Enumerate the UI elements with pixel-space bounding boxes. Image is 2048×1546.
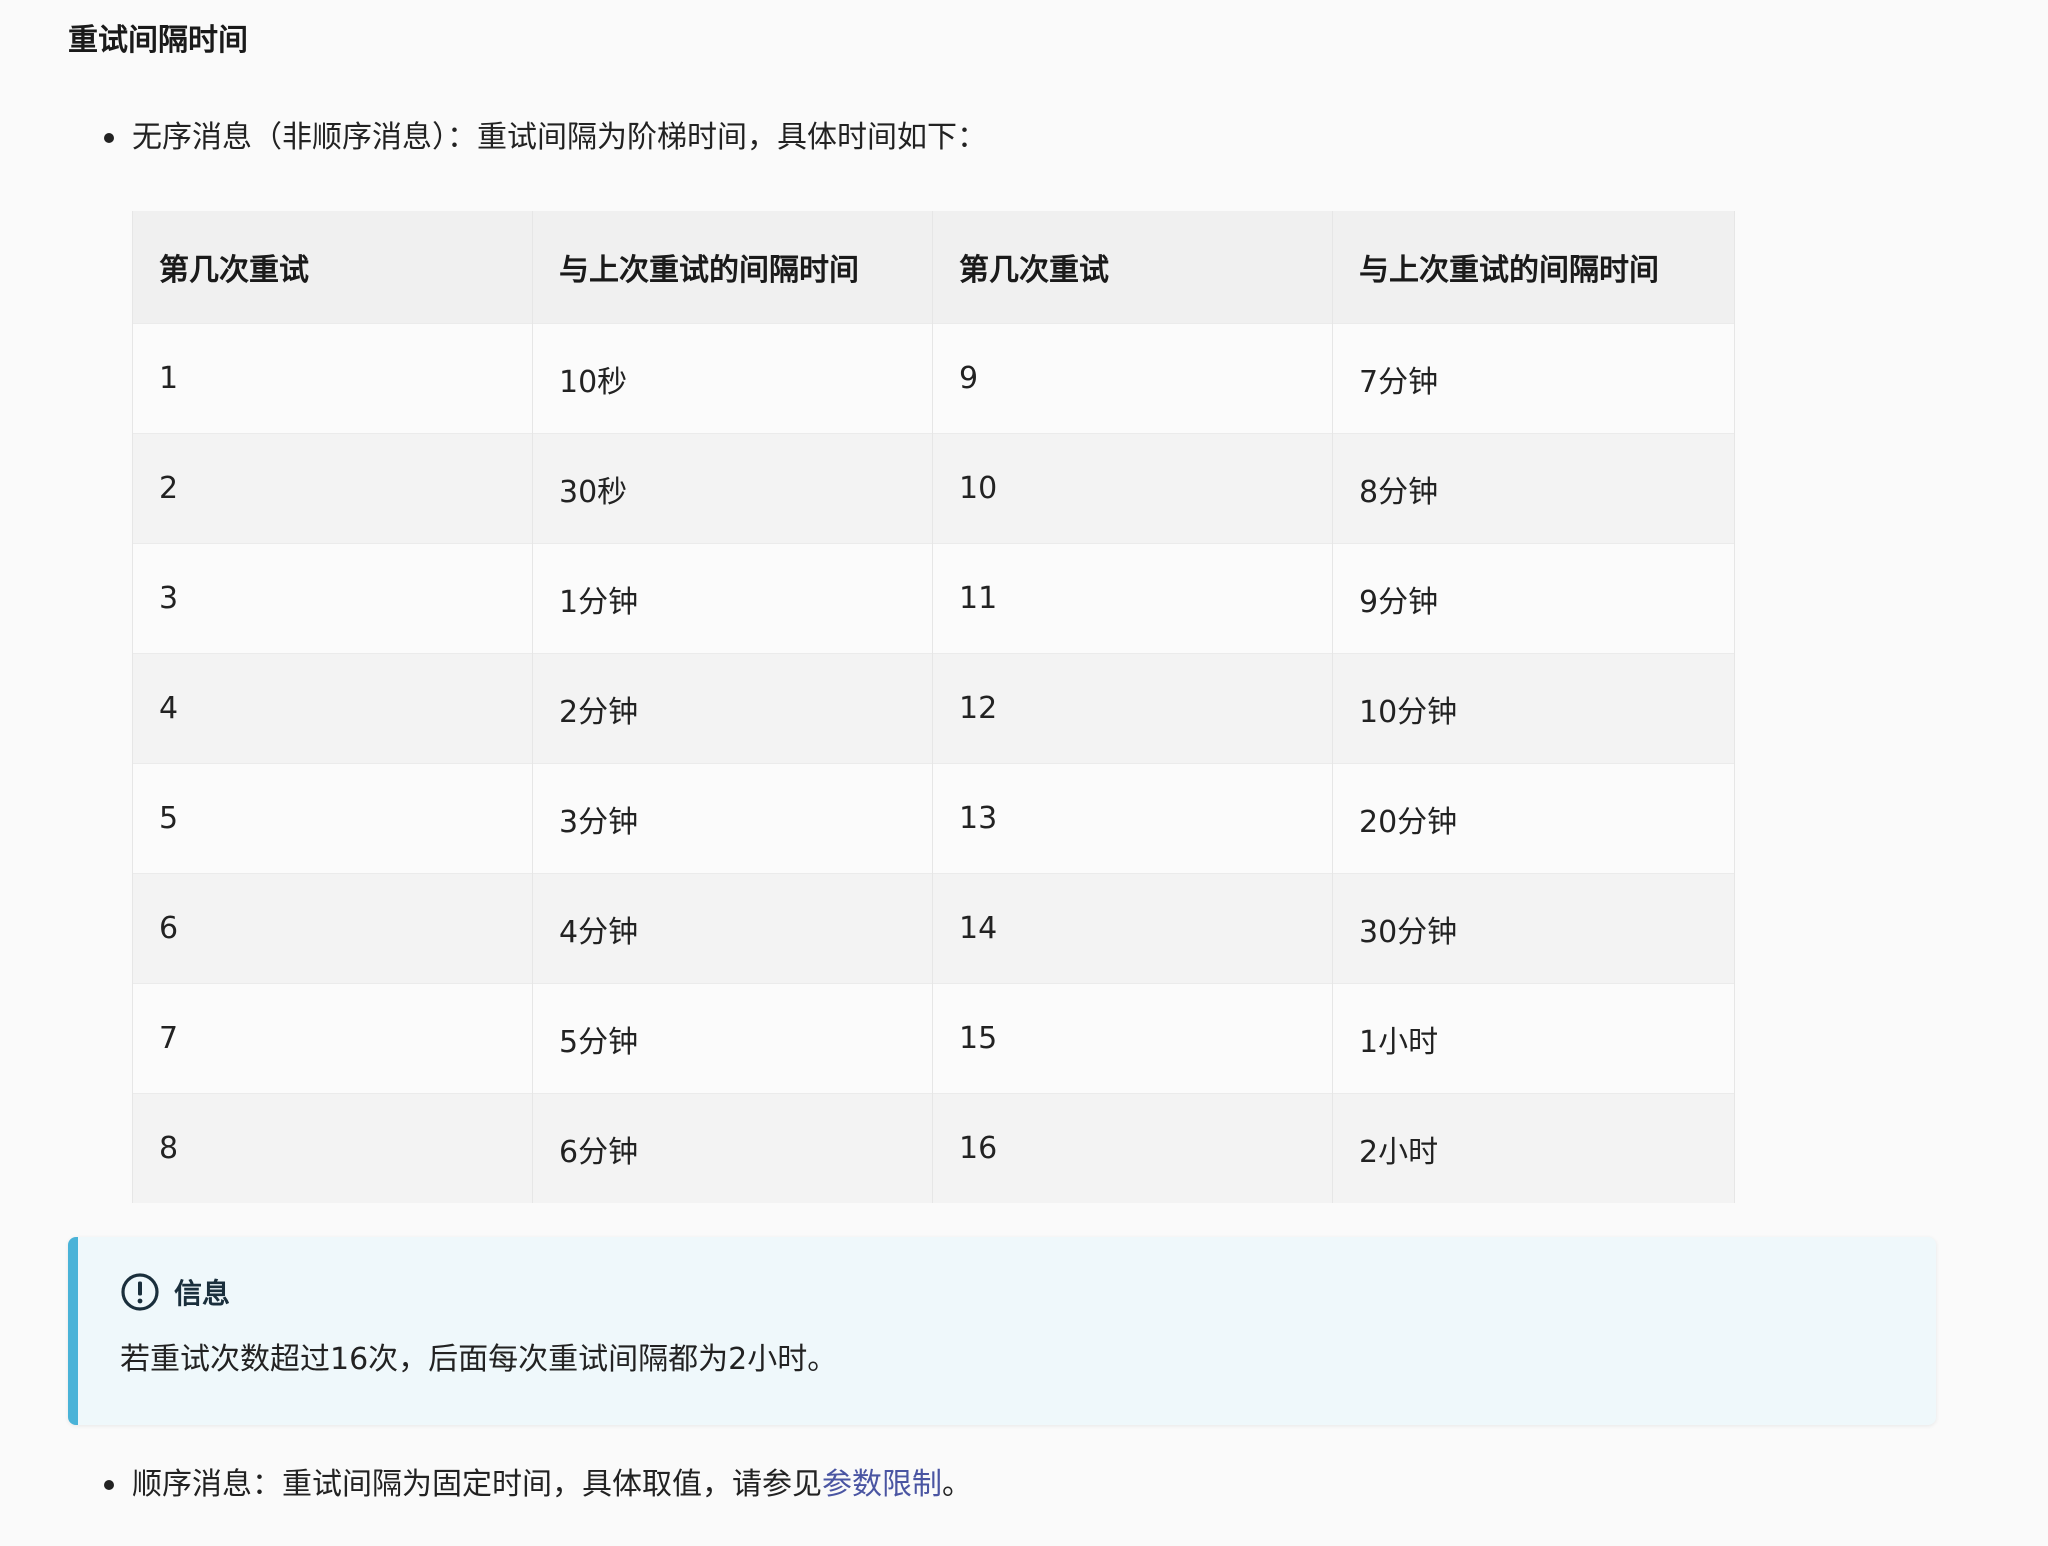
table-row: 2 30秒 10 8分钟 xyxy=(132,433,1735,544)
cell-retry-count: 11 xyxy=(932,543,1333,654)
bullet-dot xyxy=(104,1480,114,1490)
info-header: 信息 xyxy=(120,1272,230,1312)
info-exclamation-icon xyxy=(121,1273,159,1311)
cell-interval: 20分钟 xyxy=(1332,763,1735,874)
bullet-ordered-message: 顺序消息：重试间隔为固定时间，具体取值，请参见参数限制。 xyxy=(104,1464,972,1506)
cell-retry-count: 16 xyxy=(932,1093,1333,1203)
table-row: 1 10秒 9 7分钟 xyxy=(132,323,1735,434)
header-interval-1: 与上次重试的间隔时间 xyxy=(532,211,933,324)
table-row: 3 1分钟 11 9分钟 xyxy=(132,543,1735,654)
bullet-ordered-prefix: 顺序消息：重试间隔为固定时间，具体取值，请参见 xyxy=(132,1467,822,1502)
cell-interval: 1分钟 xyxy=(532,543,933,654)
cell-interval: 6分钟 xyxy=(532,1093,933,1203)
table-body: 1 10秒 9 7分钟 2 30秒 10 8分钟 3 1分钟 11 9分钟 4 2分钟 12 10分钟 5 3分钟… xyxy=(132,323,1735,1203)
table-row: 8 6分钟 16 2小时 xyxy=(132,1093,1735,1203)
cell-retry-count: 1 xyxy=(132,323,533,434)
param-limit-link[interactable]: 参数限制 xyxy=(822,1467,942,1502)
cell-retry-count: 6 xyxy=(132,873,533,984)
cell-interval: 3分钟 xyxy=(532,763,933,874)
table-row: 4 2分钟 12 10分钟 xyxy=(132,653,1735,764)
cell-interval: 2小时 xyxy=(1332,1093,1735,1203)
doc-page: 重试间隔时间 无序消息（非顺序消息）：重试间隔为阶梯时间，具体时间如下： 第几次… xyxy=(0,0,2048,1546)
cell-retry-count: 14 xyxy=(932,873,1333,984)
cell-retry-count: 3 xyxy=(132,543,533,654)
cell-interval: 2分钟 xyxy=(532,653,933,764)
cell-retry-count: 9 xyxy=(932,323,1333,434)
header-retry-count-1: 第几次重试 xyxy=(132,211,533,324)
info-callout: 信息 若重试次数超过16次，后面每次重试间隔都为2小时。 xyxy=(68,1237,1936,1425)
info-text: 若重试次数超过16次，后面每次重试间隔都为2小时。 xyxy=(120,1342,838,1377)
bullet-ordered-suffix: 。 xyxy=(942,1467,972,1502)
cell-interval: 5分钟 xyxy=(532,983,933,1094)
bullet-ordered-text: 顺序消息：重试间隔为固定时间，具体取值，请参见参数限制。 xyxy=(132,1464,972,1506)
cell-retry-count: 10 xyxy=(932,433,1333,544)
cell-interval: 8分钟 xyxy=(1332,433,1735,544)
cell-retry-count: 5 xyxy=(132,763,533,874)
cell-retry-count: 12 xyxy=(932,653,1333,764)
cell-interval: 4分钟 xyxy=(532,873,933,984)
cell-interval: 9分钟 xyxy=(1332,543,1735,654)
cell-interval: 10秒 xyxy=(532,323,933,434)
info-title: 信息 xyxy=(174,1277,231,1310)
cell-interval: 7分钟 xyxy=(1332,323,1735,434)
cell-retry-count: 7 xyxy=(132,983,533,1094)
cell-interval: 1小时 xyxy=(1332,983,1735,1094)
table-header-row: 第几次重试 与上次重试的间隔时间 第几次重试 与上次重试的间隔时间 xyxy=(132,211,1735,324)
table-row: 5 3分钟 13 20分钟 xyxy=(132,763,1735,874)
cell-retry-count: 15 xyxy=(932,983,1333,1094)
retry-interval-table: 第几次重试 与上次重试的间隔时间 第几次重试 与上次重试的间隔时间 1 10秒 9 7… xyxy=(132,211,1735,1203)
cell-retry-count: 8 xyxy=(132,1093,533,1203)
header-interval-2: 与上次重试的间隔时间 xyxy=(1332,211,1735,324)
cell-interval: 30秒 xyxy=(532,433,933,544)
bullet-dot xyxy=(104,133,114,143)
header-retry-count-2: 第几次重试 xyxy=(932,211,1333,324)
table-row: 7 5分钟 15 1小时 xyxy=(132,983,1735,1094)
cell-interval: 30分钟 xyxy=(1332,873,1735,984)
cell-retry-count: 4 xyxy=(132,653,533,764)
cell-interval: 10分钟 xyxy=(1332,653,1735,764)
section-title: 重试间隔时间 xyxy=(68,23,248,58)
bullet-unordered-text: 无序消息（非顺序消息）：重试间隔为阶梯时间，具体时间如下： xyxy=(132,120,987,155)
table-row: 6 4分钟 14 30分钟 xyxy=(132,873,1735,984)
bullet-unordered-message: 无序消息（非顺序消息）：重试间隔为阶梯时间，具体时间如下： xyxy=(104,117,987,159)
cell-retry-count: 13 xyxy=(932,763,1333,874)
cell-retry-count: 2 xyxy=(132,433,533,544)
